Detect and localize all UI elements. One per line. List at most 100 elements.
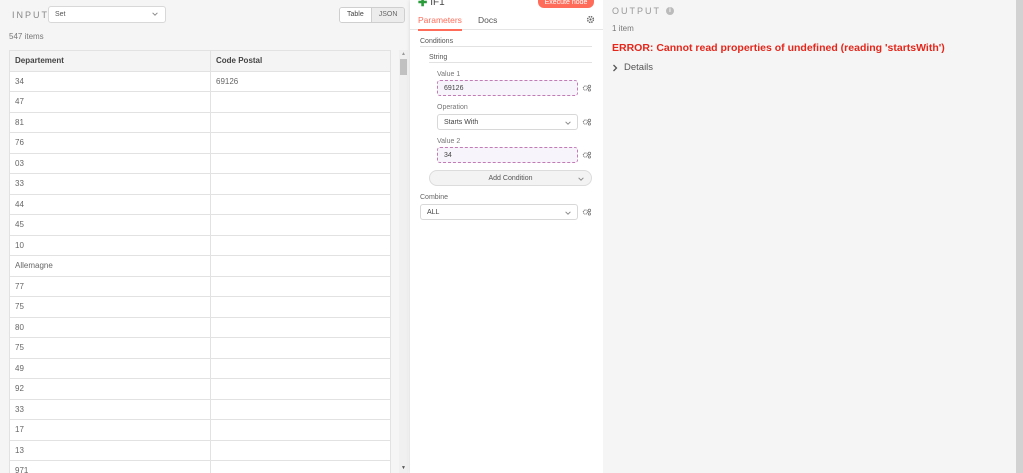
table-row: 34 69126	[9, 70, 391, 92]
table-row: 971	[9, 460, 391, 473]
column-header-departement[interactable]: Departement	[9, 50, 211, 72]
cell-code-postal	[210, 111, 391, 133]
column-header-code-postal[interactable]: Code Postal	[210, 50, 391, 72]
cell-code-postal	[210, 439, 391, 461]
view-table-button[interactable]: Table	[340, 8, 371, 22]
cell-code-postal	[210, 91, 391, 113]
cell-departement: 92	[9, 378, 211, 400]
table-row: 47	[9, 91, 391, 113]
output-label-text: OUTPUT	[612, 6, 661, 16]
operation-label: Operation	[437, 104, 468, 111]
cell-code-postal	[210, 255, 391, 277]
cell-departement: 77	[9, 275, 211, 297]
value2-input[interactable]: 34	[437, 147, 578, 163]
scrollbar-thumb[interactable]	[400, 59, 407, 75]
string-divider	[429, 62, 592, 63]
parameter-options-icon[interactable]	[582, 118, 592, 126]
cell-code-postal: 69126	[210, 70, 391, 92]
operation-value: Starts With	[444, 119, 479, 126]
execute-node-button[interactable]: Execute node	[538, 0, 594, 8]
cell-departement: 47	[9, 91, 211, 113]
table-row: 80	[9, 316, 391, 338]
cell-code-postal	[210, 378, 391, 400]
input-panel: INPUT Set Table JSON 547 items Departeme…	[0, 0, 410, 473]
combine-value: ALL	[427, 209, 440, 216]
table-row: 75	[9, 296, 391, 318]
parameter-options-icon[interactable]	[582, 84, 592, 92]
combine-select[interactable]: ALL	[420, 204, 578, 220]
cell-departement: 75	[9, 296, 211, 318]
view-toggle: Table JSON	[339, 7, 406, 23]
node-panel: ✚ IF1 Execute node Parameters Docs Condi…	[410, 0, 603, 473]
scroll-down-icon[interactable]: ▼	[401, 465, 406, 471]
table-row: 33	[9, 173, 391, 195]
operation-select[interactable]: Starts With	[437, 114, 578, 130]
cell-departement: 76	[9, 132, 211, 154]
cell-departement: 44	[9, 193, 211, 215]
cell-departement: 81	[9, 111, 211, 133]
table-row: 17	[9, 419, 391, 441]
add-condition-label: Add Condition	[488, 175, 533, 182]
cell-departement: 03	[9, 152, 211, 174]
cell-departement: 33	[9, 398, 211, 420]
tab-docs[interactable]: Docs	[478, 15, 497, 25]
table-row: 33	[9, 398, 391, 420]
cell-code-postal	[210, 152, 391, 174]
node-title: ✚ IF1	[418, 0, 445, 9]
table-row: 44	[9, 193, 391, 215]
input-panel-title: INPUT	[12, 10, 49, 20]
chevron-down-icon	[565, 211, 571, 215]
table-row: 13	[9, 439, 391, 461]
error-message: ERROR: Cannot read properties of undefin…	[612, 42, 945, 54]
cell-departement: 33	[9, 173, 211, 195]
output-panel-title: OUTPUT i	[612, 6, 674, 16]
cell-code-postal	[210, 275, 391, 297]
value1-label: Value 1	[437, 71, 461, 78]
chevron-down-icon	[565, 121, 571, 125]
details-label: Details	[624, 62, 654, 73]
table-row: 75	[9, 337, 391, 359]
scroll-up-icon[interactable]: ▲	[401, 51, 406, 57]
input-source-select[interactable]: Set	[48, 6, 166, 23]
value1-input[interactable]: 69126	[437, 80, 578, 96]
input-source-value: Set	[55, 11, 66, 18]
cell-code-postal	[210, 173, 391, 195]
view-json-button[interactable]: JSON	[370, 8, 405, 22]
cell-code-postal	[210, 337, 391, 359]
details-toggle[interactable]: Details	[612, 62, 653, 73]
cell-departement: 45	[9, 214, 211, 236]
table-row: Allemagne	[9, 255, 391, 277]
gear-icon[interactable]	[586, 15, 595, 24]
input-data-table: Departement Code Postal 34 69126 47 81 76 03 3…	[9, 50, 391, 473]
parameter-options-icon[interactable]	[582, 208, 592, 216]
combine-label: Combine	[420, 194, 449, 201]
input-item-count: 547 items	[9, 32, 44, 41]
cell-code-postal	[210, 316, 391, 338]
if-node-icon: ✚	[418, 0, 428, 9]
table-header-row: Departement Code Postal	[9, 50, 391, 72]
cell-departement: 971	[9, 460, 211, 473]
cell-departement: Allemagne	[9, 255, 211, 277]
output-item-count: 1 item	[612, 24, 634, 33]
tab-parameters[interactable]: Parameters	[418, 15, 462, 31]
table-row: 92	[9, 378, 391, 400]
info-icon[interactable]: i	[666, 7, 674, 15]
cell-departement: 49	[9, 357, 211, 379]
table-scrollbar[interactable]: ▲ ▼	[399, 50, 408, 473]
conditions-label: Conditions	[420, 38, 454, 45]
cell-departement: 34	[9, 70, 211, 92]
cell-departement: 75	[9, 337, 211, 359]
cell-code-postal	[210, 234, 391, 256]
parameter-options-icon[interactable]	[582, 151, 592, 159]
cell-departement: 17	[9, 419, 211, 441]
add-condition-button[interactable]: Add Condition	[429, 170, 592, 186]
chevron-down-icon	[578, 177, 584, 181]
output-panel: OUTPUT i 1 item ERROR: Cannot read prope…	[603, 0, 1023, 473]
window-edge	[1016, 0, 1023, 473]
cell-departement: 10	[9, 234, 211, 256]
cell-code-postal	[210, 398, 391, 420]
table-row: 49	[9, 357, 391, 379]
cell-code-postal	[210, 296, 391, 318]
table-row: 45	[9, 214, 391, 236]
cell-code-postal	[210, 357, 391, 379]
